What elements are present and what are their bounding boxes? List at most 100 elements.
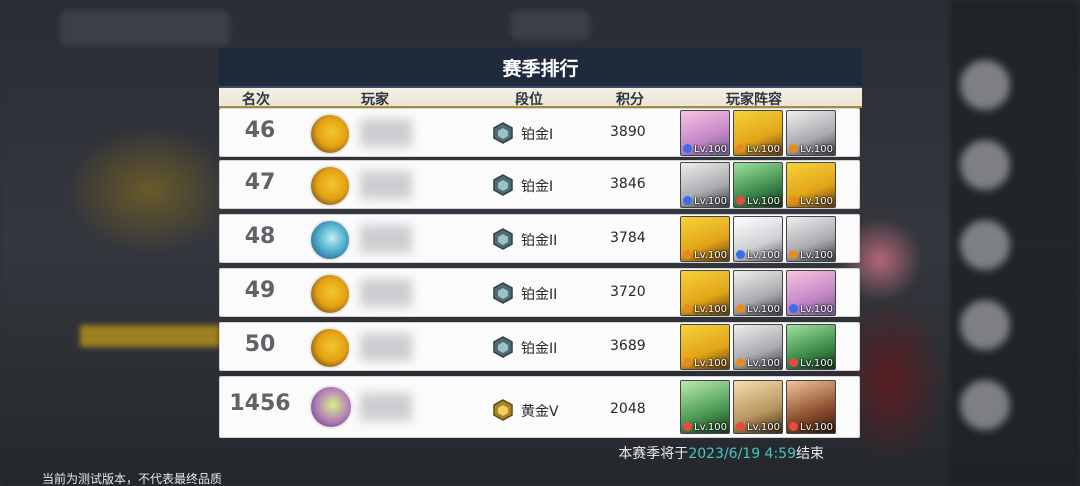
- hero-level: Lv.100: [694, 196, 727, 207]
- hero-level: Lv.100: [747, 422, 780, 433]
- header-score: 积分: [616, 92, 644, 108]
- platinum-tier-icon: [493, 282, 513, 304]
- rank-number: 1456: [229, 391, 291, 416]
- element-icon: [789, 250, 798, 259]
- hero-card[interactable]: Lv.100: [680, 270, 730, 316]
- column-headers: 名次 玩家 段位 积分 玩家阵容: [219, 88, 862, 108]
- panel-title: 赛季排行: [219, 48, 862, 88]
- tier-label: 铂金I: [521, 127, 554, 143]
- gold-tier-icon: [493, 399, 513, 421]
- player-team: Lv.100 Lv.100 Lv.100: [680, 380, 836, 434]
- hero-card[interactable]: Lv.100: [733, 110, 783, 156]
- element-icon: [736, 358, 745, 367]
- player-team: Lv.100 Lv.100 Lv.100: [680, 162, 836, 208]
- hero-card[interactable]: Lv.100: [733, 380, 783, 434]
- player-avatar[interactable]: [309, 273, 351, 315]
- tier-label: 铂金I: [521, 179, 554, 195]
- rank-number: 46: [244, 118, 276, 143]
- hero-level: Lv.100: [800, 144, 833, 155]
- platinum-tier-icon: [493, 228, 513, 250]
- player-avatar[interactable]: [309, 327, 351, 369]
- hero-level: Lv.100: [747, 358, 780, 369]
- hero-card[interactable]: Lv.100: [786, 162, 836, 208]
- score-value: 3890: [610, 124, 646, 140]
- hero-level: Lv.100: [694, 304, 727, 315]
- hero-card[interactable]: Lv.100: [786, 110, 836, 156]
- hero-level: Lv.100: [694, 422, 727, 433]
- season-end-date: 2023/6/19 4:59: [688, 446, 796, 462]
- element-icon: [789, 304, 798, 313]
- ranking-row[interactable]: 50 铂金II 3689 Lv.100 Lv.100 Lv.100: [219, 322, 860, 371]
- player-team: Lv.100 Lv.100 Lv.100: [680, 110, 836, 156]
- background-player-banner: [60, 10, 230, 46]
- header-player: 玩家: [361, 92, 389, 108]
- hero-card[interactable]: Lv.100: [680, 324, 730, 370]
- hero-card[interactable]: Lv.100: [680, 162, 730, 208]
- background-highlight-bar: [80, 325, 220, 347]
- background-menu-icon: [960, 60, 1010, 110]
- player-avatar[interactable]: [309, 219, 351, 261]
- background-currency-bar: [510, 10, 590, 40]
- element-icon: [736, 196, 745, 205]
- score-value: 3846: [610, 176, 646, 192]
- ranking-row[interactable]: 49 铂金II 3720 Lv.100 Lv.100 Lv.100: [219, 268, 860, 317]
- hero-card[interactable]: Lv.100: [680, 380, 730, 434]
- platinum-tier-icon: [493, 336, 513, 358]
- player-name-blurred: [360, 333, 412, 361]
- element-icon: [789, 358, 798, 367]
- hero-card[interactable]: Lv.100: [733, 216, 783, 262]
- header-rank: 名次: [242, 92, 270, 108]
- season-end-notice: 本赛季将于2023/6/19 4:59结束: [618, 443, 824, 463]
- season-ranking-panel: 赛季排行 名次 玩家 段位 积分 玩家阵容 46 铂金I 3890 Lv.100…: [219, 48, 862, 441]
- hero-card[interactable]: Lv.100: [786, 324, 836, 370]
- hero-level: Lv.100: [800, 304, 833, 315]
- element-icon: [736, 422, 745, 431]
- element-icon: [789, 196, 798, 205]
- rank-number: 47: [244, 170, 276, 195]
- hero-level: Lv.100: [747, 196, 780, 207]
- score-value: 2048: [610, 401, 646, 417]
- player-team: Lv.100 Lv.100 Lv.100: [680, 324, 836, 370]
- hero-level: Lv.100: [747, 250, 780, 261]
- hero-level: Lv.100: [694, 250, 727, 261]
- score-value: 3784: [610, 230, 646, 246]
- element-icon: [736, 144, 745, 153]
- hero-level: Lv.100: [694, 358, 727, 369]
- ranking-row[interactable]: 47 铂金I 3846 Lv.100 Lv.100 Lv.100: [219, 160, 860, 209]
- player-avatar[interactable]: [309, 113, 351, 155]
- ranking-row[interactable]: 46 铂金I 3890 Lv.100 Lv.100 Lv.100: [219, 108, 860, 157]
- tier-label: 铂金II: [521, 287, 558, 303]
- hero-card[interactable]: Lv.100: [680, 216, 730, 262]
- player-avatar[interactable]: [309, 385, 353, 429]
- element-icon: [736, 250, 745, 259]
- element-icon: [789, 422, 798, 431]
- hero-card[interactable]: Lv.100: [680, 110, 730, 156]
- player-avatar[interactable]: [309, 165, 351, 207]
- rank-number: 49: [244, 278, 276, 303]
- element-icon: [789, 144, 798, 153]
- hero-card[interactable]: Lv.100: [786, 380, 836, 434]
- player-name-blurred: [360, 225, 412, 253]
- ranking-row[interactable]: 48 铂金II 3784 Lv.100 Lv.100 Lv.100: [219, 214, 860, 263]
- hero-card[interactable]: Lv.100: [733, 270, 783, 316]
- test-version-note: 当前为测试版本，不代表最终品质: [42, 472, 223, 486]
- header-team: 玩家阵容: [726, 92, 782, 108]
- tier-label: 铂金II: [521, 341, 558, 357]
- player-name-blurred: [360, 119, 412, 147]
- season-end-prefix: 本赛季将于: [618, 446, 689, 462]
- platinum-tier-icon: [493, 174, 513, 196]
- element-icon: [736, 304, 745, 313]
- hero-card[interactable]: Lv.100: [733, 324, 783, 370]
- platinum-tier-icon: [493, 122, 513, 144]
- element-icon: [683, 250, 692, 259]
- hero-card[interactable]: Lv.100: [786, 270, 836, 316]
- my-ranking-row[interactable]: 1456 黄金V 2048 Lv.100 Lv.100 Lv.100: [219, 376, 860, 438]
- player-team: Lv.100 Lv.100 Lv.100: [680, 270, 836, 316]
- hero-card[interactable]: Lv.100: [786, 216, 836, 262]
- element-icon: [683, 422, 692, 431]
- player-name-blurred: [360, 279, 412, 307]
- hero-card[interactable]: Lv.100: [733, 162, 783, 208]
- element-icon: [683, 196, 692, 205]
- player-name-blurred: [360, 393, 412, 421]
- element-icon: [683, 304, 692, 313]
